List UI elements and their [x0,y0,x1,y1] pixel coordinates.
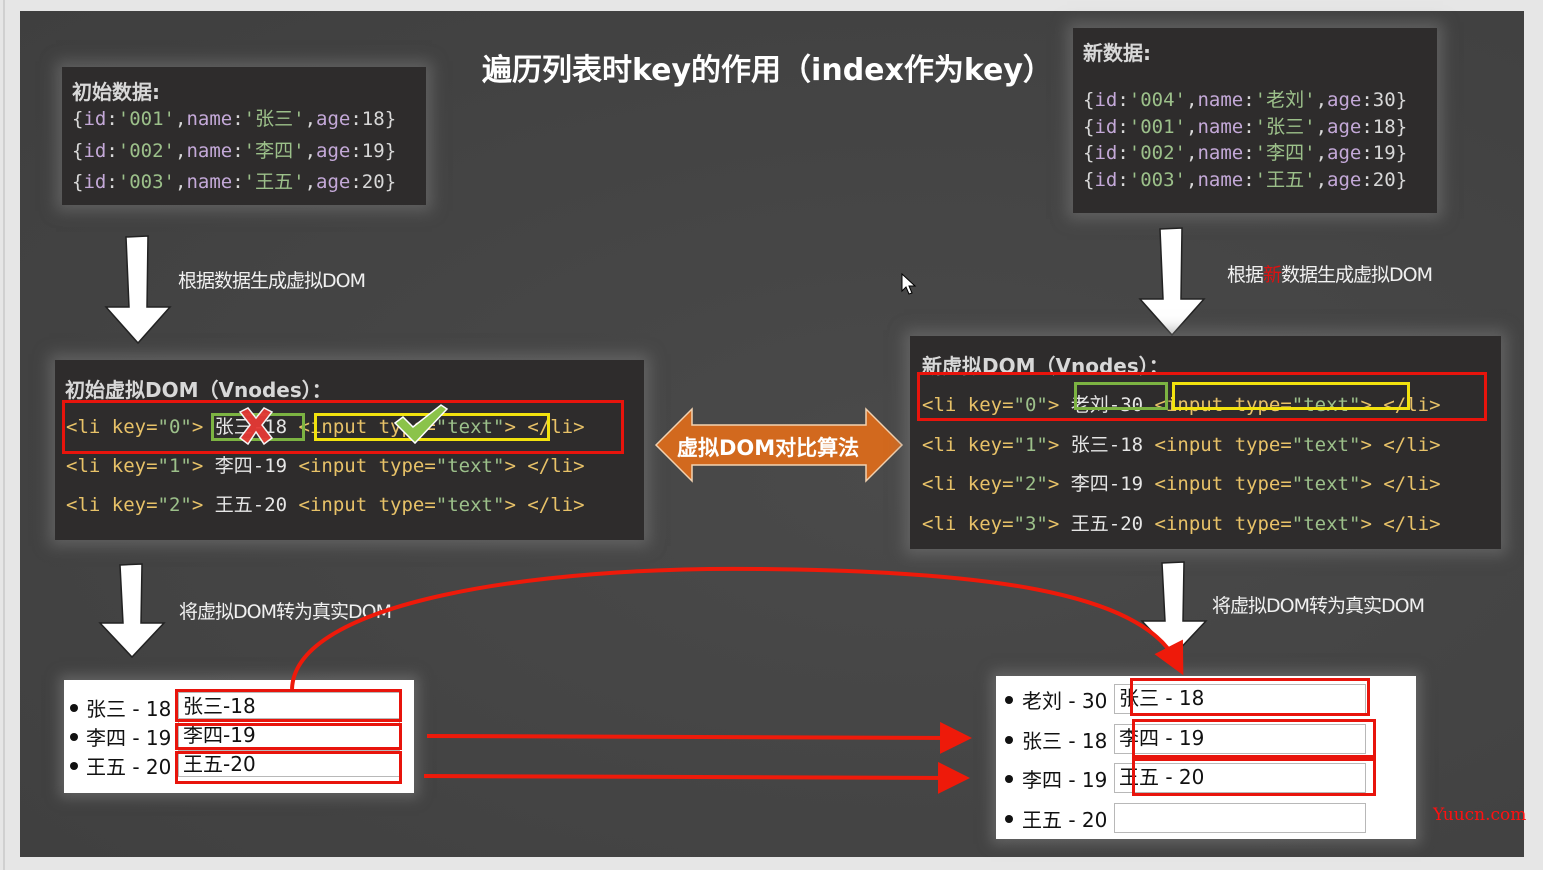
slide: 遍历列表时key的作用（index作为key） 初始数据: {id:'001',… [20,11,1524,857]
mapping-arrow-row3 [423,761,970,794]
mapping-arrow-row2 [426,721,972,754]
watermark: Yuucn.com [1433,805,1527,825]
mapping-arrows [290,566,1184,794]
curved-mapping-arrow [290,566,1184,690]
frame-edge [3,0,5,870]
